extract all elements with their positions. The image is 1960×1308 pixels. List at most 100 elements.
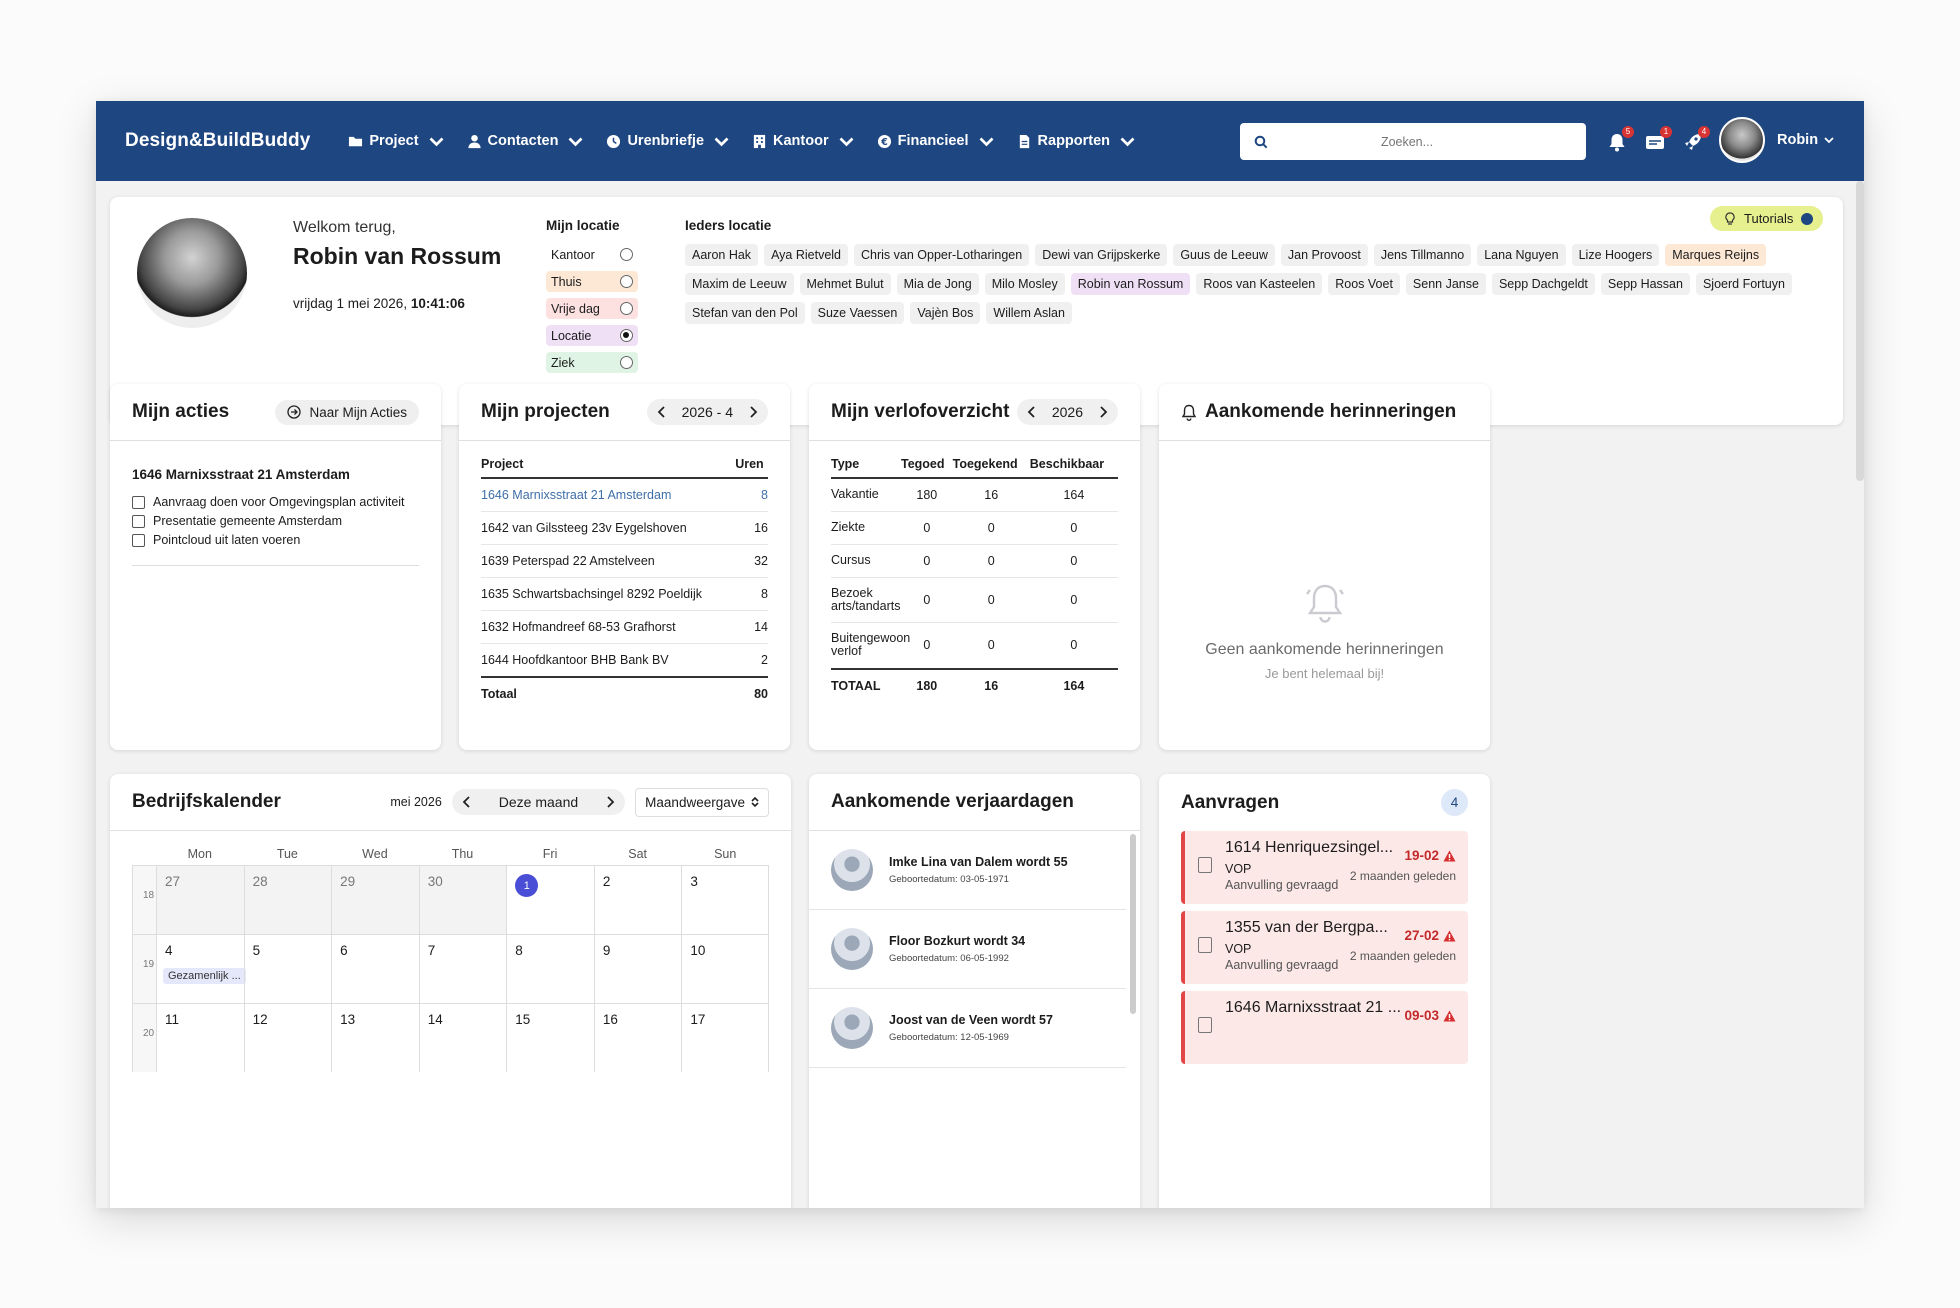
location-option[interactable]: Locatie	[546, 325, 638, 346]
calendar-day[interactable]: 30	[418, 866, 507, 934]
team-member-chip[interactable]: Sepp Hassan	[1600, 273, 1690, 295]
team-member-chip[interactable]: Aya Rietveld	[764, 244, 849, 266]
team-member-chip[interactable]: Aaron Hak	[685, 244, 759, 266]
table-row[interactable]: 1632 Hofmandreef 68-53 Grafhorst 14	[481, 610, 768, 644]
team-member-chip[interactable]: Jens Tillmanno	[1373, 244, 1472, 266]
calendar-day[interactable]: 3	[681, 866, 769, 934]
checkbox[interactable]	[132, 495, 145, 509]
team-member-chip[interactable]: Roos Voet	[1328, 273, 1400, 295]
message-icon[interactable]: 1	[1644, 125, 1672, 153]
team-member-chip[interactable]: Senn Janse	[1405, 273, 1486, 295]
action-item[interactable]: Aanvraag doen voor Omgevingsplan activit…	[132, 495, 419, 509]
chevron-right-icon[interactable]	[606, 796, 615, 808]
calendar-day[interactable]: 16	[593, 1004, 682, 1072]
location-option[interactable]: Thuis	[546, 271, 638, 292]
team-member-chip[interactable]: Sepp Dachgeldt	[1491, 273, 1595, 295]
user-menu[interactable]: Robin	[1719, 117, 1834, 163]
calendar-day[interactable]: 13	[331, 1004, 419, 1072]
team-member-chip[interactable]: Guus de Leeuw	[1173, 244, 1275, 266]
checkbox[interactable]	[132, 533, 145, 547]
chevron-left-icon[interactable]	[657, 406, 666, 418]
day-number: 3	[690, 874, 698, 889]
menu-urenbriefje[interactable]: Urenbriefje	[606, 133, 729, 149]
table-row[interactable]: 1635 Schwartsbachsingel 8292 Poeldijk 8	[481, 577, 768, 611]
search-input[interactable]	[1268, 134, 1546, 149]
team-member-chip[interactable]: Lize Hoogers	[1571, 244, 1660, 266]
radio-button[interactable]	[620, 356, 633, 369]
calendar-day[interactable]: 4 Gezamenlijk ...	[156, 935, 246, 1003]
this-month-button[interactable]: Deze maand	[499, 794, 578, 810]
calendar-day[interactable]: 6	[331, 935, 419, 1003]
calendar-day[interactable]: 7	[418, 935, 507, 1003]
team-member-chip[interactable]: Dewi van Grijpskerke	[1035, 244, 1168, 266]
table-row[interactable]: 1644 Hoofdkantoor BHB Bank BV 2	[481, 643, 768, 678]
calendar-day[interactable]: 8	[506, 935, 594, 1003]
radio-button[interactable]	[620, 275, 633, 288]
team-member-chip[interactable]: Chris van Opper-Lotharingen	[854, 244, 1030, 266]
team-member-chip[interactable]: Sjoerd Fortuyn	[1695, 273, 1792, 295]
location-option[interactable]: Kantoor	[546, 244, 638, 265]
chevron-left-icon[interactable]	[1027, 406, 1036, 418]
table-row[interactable]: 1639 Peterspad 22 Amstelveen 32	[481, 544, 768, 578]
calendar-event[interactable]: Gezamenlijk ...	[163, 968, 246, 984]
calendar-day[interactable]: 12	[243, 1004, 332, 1072]
birthdays-scrollbar[interactable]	[1130, 834, 1136, 1014]
action-item[interactable]: Pointcloud uit laten voeren	[132, 533, 419, 547]
calendar-day[interactable]: 14	[418, 1004, 507, 1072]
menu-financieel[interactable]: € Financieel	[877, 133, 994, 149]
team-member-chip[interactable]: Mia de Jong	[896, 273, 979, 295]
team-member-chip[interactable]: Willem Aslan	[986, 302, 1072, 324]
team-member-chip[interactable]: Jan Provoost	[1280, 244, 1368, 266]
calendar-day[interactable]: 28	[243, 866, 332, 934]
calendar-day[interactable]: 17	[681, 1004, 769, 1072]
calendar-day[interactable]: 10	[681, 935, 769, 1003]
team-member-chip[interactable]: Lana Nguyen	[1477, 244, 1566, 266]
menu-project[interactable]: Project	[348, 133, 444, 149]
team-member-chip[interactable]: Suze Vaessen	[810, 302, 905, 324]
team-member-chip[interactable]: Marques Reijns	[1665, 244, 1767, 266]
team-member-chip[interactable]: Stefan van den Pol	[685, 302, 805, 324]
menu-kantoor[interactable]: Kantoor	[752, 133, 854, 149]
to-actions-button[interactable]: Naar Mijn Acties	[275, 399, 419, 425]
calendar-day[interactable]: 9	[593, 935, 682, 1003]
chevron-left-icon[interactable]	[462, 796, 471, 808]
table-row[interactable]: 1642 van Gilssteeg 23v Eygelshoven 16	[481, 511, 768, 545]
calendar-day[interactable]: 27	[156, 866, 244, 934]
radio-button[interactable]	[620, 302, 633, 315]
checkbox[interactable]	[132, 514, 145, 528]
calendar-day[interactable]: 2	[593, 866, 682, 934]
calendar-day[interactable]: 5	[243, 935, 332, 1003]
radio-button[interactable]	[620, 329, 633, 342]
menu-contacten[interactable]: Contacten	[467, 133, 584, 149]
team-member-chip[interactable]: Maxim de Leeuw	[685, 273, 794, 295]
calendar-day[interactable]: 11	[156, 1004, 244, 1072]
chevron-down-icon	[839, 137, 854, 146]
brand-logo[interactable]: Design&BuildBuddy	[125, 130, 310, 152]
request-item[interactable]: 1614 Henriquezsingel... VOP Aanvulling gev…	[1181, 831, 1468, 904]
request-item[interactable]: 1355 van der Bergpa... VOP Aanvulling gevr…	[1181, 911, 1468, 984]
scrollbar[interactable]	[1856, 181, 1864, 481]
menu-rapporten[interactable]: Rapporten	[1017, 133, 1136, 149]
day-number: 7	[427, 943, 436, 958]
team-member-chip[interactable]: Mehmet Bulut	[799, 273, 891, 295]
project-name[interactable]: 1646 Marnixsstraat 21 Amsterdam	[481, 478, 736, 512]
location-option[interactable]: Ziek	[546, 352, 638, 373]
bell-icon[interactable]: 5	[1606, 125, 1634, 153]
chevron-right-icon[interactable]	[1099, 406, 1108, 418]
rocket-icon[interactable]: 4	[1682, 125, 1710, 153]
radio-button[interactable]	[620, 248, 633, 261]
calendar-day[interactable]: 29	[331, 866, 419, 934]
team-member-chip[interactable]: Robin van Rossum	[1070, 273, 1191, 295]
request-item[interactable]: 1646 Marnixsstraat 21 ... 09-03	[1181, 991, 1468, 1064]
team-member-chip[interactable]: Milo Mosley	[984, 273, 1065, 295]
location-option[interactable]: Vrije dag	[546, 298, 638, 319]
team-member-chip[interactable]: Roos van Kasteelen	[1196, 273, 1323, 295]
table-row[interactable]: 1646 Marnixsstraat 21 Amsterdam 8	[481, 478, 768, 512]
calendar-day[interactable]: 15	[506, 1004, 594, 1072]
tutorials-toggle[interactable]: Tutorials	[1710, 206, 1824, 231]
chevron-right-icon[interactable]	[749, 406, 758, 418]
calendar-day[interactable]: 1	[506, 866, 594, 934]
team-member-chip[interactable]: Vajèn Bos	[910, 302, 981, 324]
action-item[interactable]: Presentatie gemeente Amsterdam	[132, 514, 419, 528]
view-select[interactable]: Maandweergave	[635, 787, 769, 817]
